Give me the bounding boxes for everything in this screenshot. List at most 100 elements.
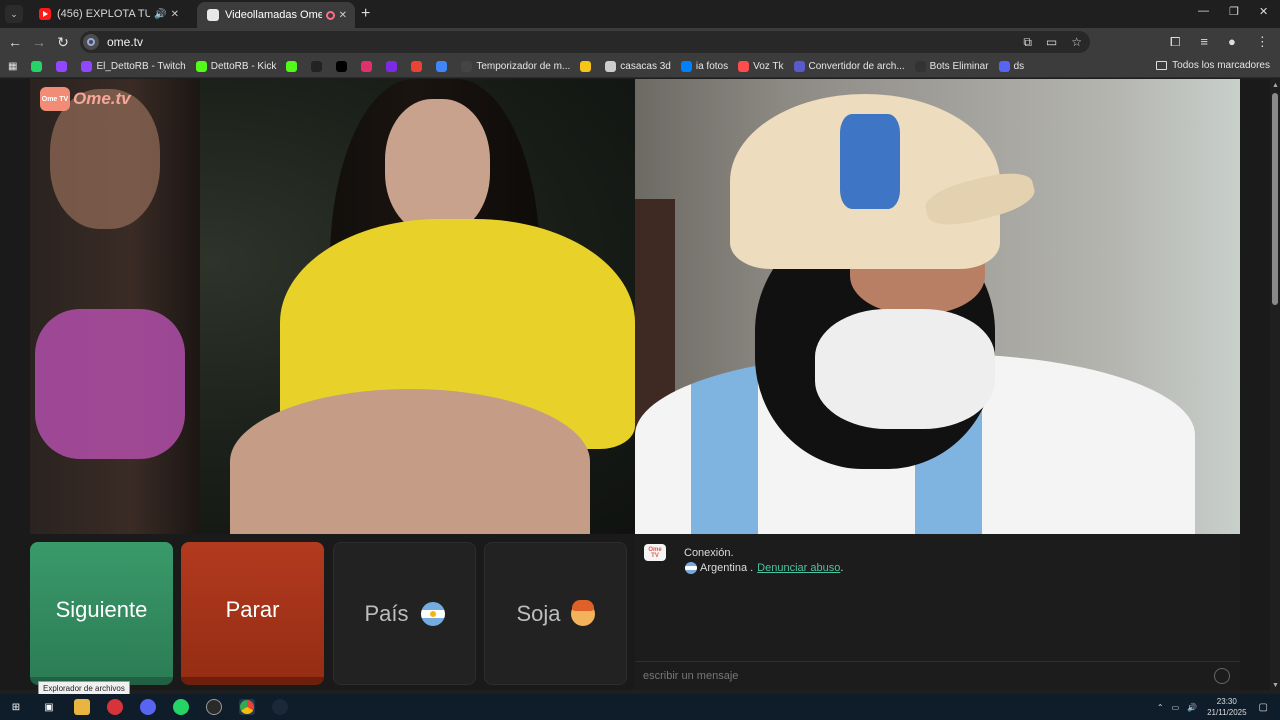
cap-logo: [840, 114, 900, 209]
bookmark-item[interactable]: [411, 61, 426, 72]
menu-icon[interactable]: ⋮: [1256, 34, 1269, 50]
bookmark-item[interactable]: ia fotos: [680, 61, 728, 72]
tab-title: (456) EXPLOTA TU PIEZA #1: [57, 8, 151, 20]
bookmark-item[interactable]: Convertidor de arch...: [793, 61, 905, 72]
report-abuse-link[interactable]: Denunciar abuso: [757, 562, 840, 574]
gender-button-label: Soja: [516, 600, 561, 626]
bookmark-item[interactable]: [580, 61, 595, 72]
file-explorer-icon[interactable]: [74, 699, 90, 715]
all-bookmarks-button[interactable]: Todos los marcadores: [1156, 60, 1270, 71]
media-icon[interactable]: ≡: [1200, 34, 1208, 50]
bookmark-item[interactable]: [386, 61, 401, 72]
partner-country-line: Argentina . Denunciar abuso .: [685, 562, 843, 574]
close-icon[interactable]: ✕: [171, 9, 179, 20]
windows-start-icon[interactable]: ⊞: [8, 699, 24, 715]
bookmark-item[interactable]: Bots Eliminar: [914, 61, 989, 72]
tab-search-button[interactable]: ⌄: [5, 5, 23, 23]
clock[interactable]: 23:30 21/11/2025: [1207, 696, 1246, 718]
bookmark-item[interactable]: [56, 61, 71, 72]
country-filter-button[interactable]: País: [333, 542, 476, 685]
bookmark-label: casacas 3d: [620, 61, 671, 72]
voice-icon: [738, 61, 750, 72]
clock-time: 23:30: [1216, 697, 1237, 706]
bookmark-item[interactable]: El_DettoRB - Twitch: [81, 61, 186, 72]
bookmark-item[interactable]: [436, 61, 451, 72]
tray-expand-icon[interactable]: ⌃: [1157, 703, 1164, 712]
apps-grid-icon[interactable]: ▦: [8, 61, 17, 72]
ometv-logo: Ome TV Ome.tv: [40, 87, 131, 111]
person-center-face: [385, 99, 490, 234]
url-text: ome.tv: [107, 35, 144, 49]
bookmark-item[interactable]: DettoRB - Kick: [195, 61, 276, 72]
new-tab-button[interactable]: +: [361, 5, 370, 23]
translate-icon[interactable]: ⧉: [1023, 35, 1032, 50]
separator: .: [750, 562, 754, 574]
network-icon[interactable]: ▭: [1172, 703, 1180, 712]
argentina-flag-icon: [685, 562, 697, 574]
notifications-icon[interactable]: ▢: [1259, 702, 1268, 713]
tiktok-icon: [311, 61, 323, 72]
chrome-icon[interactable]: [239, 699, 255, 715]
scroll-down-icon[interactable]: ▼: [1272, 682, 1279, 689]
bookmark-item[interactable]: [31, 61, 46, 72]
emoji-icon[interactable]: [1214, 668, 1230, 684]
profile-avatar[interactable]: ●: [1228, 34, 1236, 50]
bookmark-item[interactable]: [311, 61, 326, 72]
message-input[interactable]: escribir un mensaje: [635, 661, 1240, 690]
recording-icon: [325, 10, 335, 20]
bookmark-item[interactable]: [361, 61, 376, 72]
cast-icon[interactable]: ▭: [1046, 35, 1057, 50]
google-icon: [411, 61, 423, 72]
bookmark-item[interactable]: casacas 3d: [605, 61, 671, 72]
browser-toolbar: ← → ↻ ome.tv ⧉ ▭ ☆ ⧠ ≡ ● ⋮: [0, 28, 1280, 56]
system-tray: ⌃ ▭ 🔊 23:30 21/11/2025 ▢: [1157, 694, 1280, 720]
page-scrollbar[interactable]: ▲ ▼: [1270, 79, 1280, 690]
forward-icon[interactable]: →: [27, 34, 51, 50]
discord-icon: [998, 61, 1010, 72]
scroll-up-icon[interactable]: ▲: [1272, 82, 1279, 89]
youtube-icon: [39, 8, 51, 20]
volume-icon[interactable]: 🔊: [1187, 703, 1197, 712]
ometv-logo-badge: Ome TV: [40, 87, 70, 111]
bookmark-item[interactable]: Voz Tk: [738, 61, 784, 72]
bookmark-item[interactable]: [286, 61, 301, 72]
folder-icon: [1156, 61, 1168, 70]
tab-youtube[interactable]: (456) EXPLOTA TU PIEZA #1 🔊 ✕: [29, 0, 187, 28]
steam-icon[interactable]: [272, 699, 288, 715]
bookmark-item[interactable]: ds: [998, 61, 1025, 72]
scroll-thumb[interactable]: [1272, 93, 1278, 305]
minimize-icon[interactable]: —: [1198, 5, 1209, 17]
connection-status: Conexión.: [684, 547, 734, 559]
extensions-icon[interactable]: ⧠: [1170, 34, 1180, 50]
discord-icon[interactable]: [140, 699, 156, 715]
next-button[interactable]: Siguiente: [30, 542, 173, 685]
opera-icon[interactable]: [107, 699, 123, 715]
whatsapp-icon[interactable]: [173, 699, 189, 715]
ometv-page: Ome TV Ome.tv Siguiente Parar País Soja: [0, 79, 1270, 690]
back-icon[interactable]: ←: [3, 34, 27, 50]
obs-icon[interactable]: [206, 699, 222, 715]
tab-strip: ⌄ (456) EXPLOTA TU PIEZA #1 🔊 ✕ Videolla…: [0, 0, 1280, 28]
bookmark-label: ds: [1013, 61, 1025, 72]
restore-icon[interactable]: ❐: [1229, 5, 1239, 18]
tab-ometv[interactable]: Videollamadas OmeTV — A ✕: [197, 2, 355, 28]
ometv-icon: [207, 9, 219, 21]
task-view-icon[interactable]: ▣: [41, 699, 57, 715]
address-bar[interactable]: ome.tv ⧉ ▭ ☆: [80, 31, 1090, 53]
clock-date: 21/11/2025: [1207, 708, 1247, 717]
country-button-label: País: [364, 600, 409, 626]
close-window-icon[interactable]: ✕: [1259, 5, 1268, 18]
reload-icon[interactable]: ↻: [51, 34, 75, 51]
speaker-icon[interactable]: 🔊: [154, 9, 166, 20]
stop-button[interactable]: Parar: [181, 542, 324, 685]
folder-icon: [580, 61, 592, 72]
ometv-chat-icon: Ome TV: [644, 544, 666, 561]
bookmark-item[interactable]: [336, 61, 351, 72]
close-icon[interactable]: ✕: [339, 10, 347, 21]
whatsapp-icon: [31, 61, 43, 72]
gender-filter-button[interactable]: Soja: [484, 542, 627, 685]
chat-panel: Ome TV Conexión. Argentina . Denunciar a…: [635, 534, 1240, 690]
bookmark-item[interactable]: Temporizador de m...: [461, 61, 570, 72]
bookmark-star-icon[interactable]: ☆: [1071, 35, 1082, 50]
site-info-icon[interactable]: [83, 34, 99, 50]
